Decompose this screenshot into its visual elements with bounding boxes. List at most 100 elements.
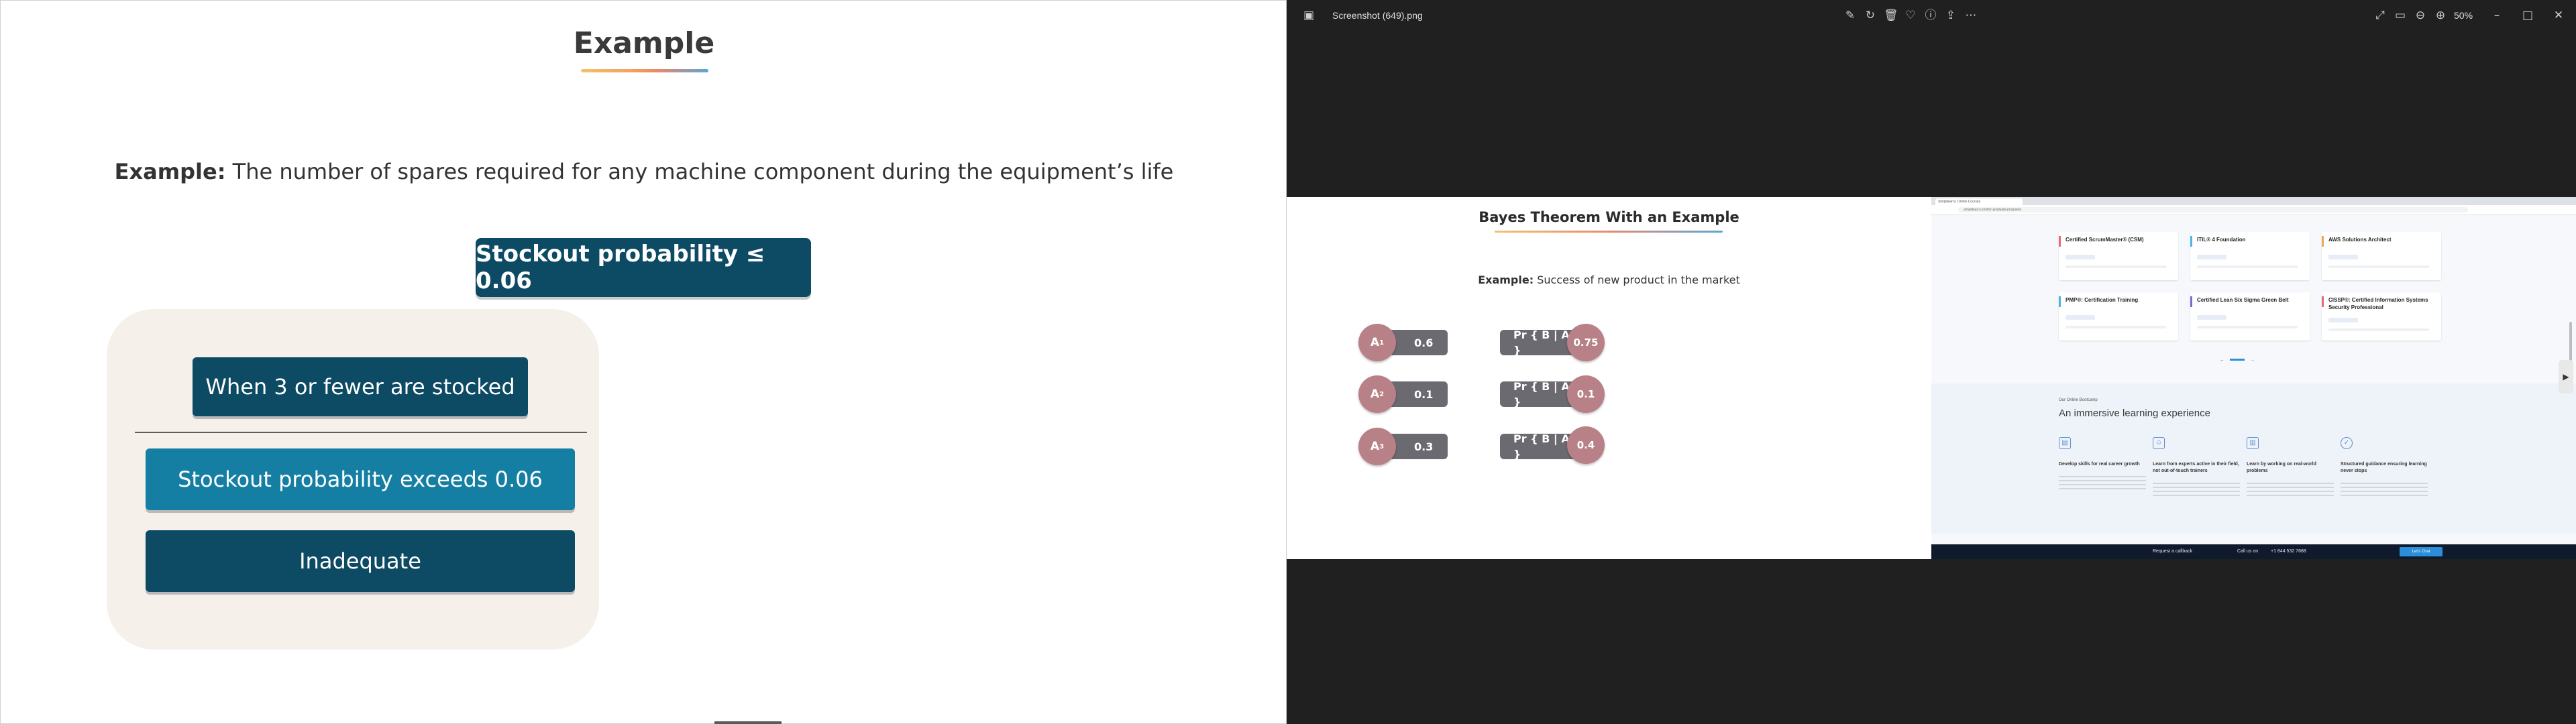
course-title: AWS Solutions Architect [2328, 237, 2392, 243]
example-body: The number of spares required for any ma… [232, 159, 1174, 184]
likelihood-value-circle: 0.4 [1567, 426, 1605, 464]
bayes-title: Bayes Theorem With an Example [1479, 209, 1739, 225]
immersive-section: Our Online Bootcamp An immersive learnin… [1931, 383, 2576, 534]
course-accent [2190, 236, 2192, 247]
bayes-example-prefix: Example: [1478, 274, 1534, 286]
course-accent [2322, 296, 2324, 307]
close-icon[interactable]: ✕ [2552, 9, 2565, 22]
likelihood-value-circle: 0.75 [1567, 324, 1605, 361]
course-title: Certified Lean Six Sigma Green Belt [2197, 297, 2289, 303]
viewer-scrollbar[interactable] [2569, 322, 2572, 362]
stockout-probability-box: Stockout probability ≤ 0.06 [476, 238, 811, 297]
immersive-kicker: Our Online Bootcamp [2059, 398, 2098, 402]
course-title: PMP®: Certification Training [2065, 297, 2139, 303]
course-card: ITIL® 4 Foundation [2190, 232, 2310, 280]
chat-button[interactable]: Let's Chat [2400, 547, 2443, 556]
problems-icon: ▥ [2247, 437, 2259, 449]
course-tag [2197, 255, 2226, 259]
prior-label: A [1370, 440, 1380, 453]
course-title: ITIL® 4 Foundation [2197, 237, 2246, 243]
taskbar-indicator [714, 721, 782, 724]
course-title: Certified ScrumMaster® (CSM) [2065, 237, 2144, 243]
prior-circle: A2 [1358, 375, 1396, 413]
prev-arrow-icon[interactable]: ← [2220, 358, 2224, 363]
feature-description [2247, 483, 2334, 499]
rotate-icon[interactable]: ↻ [1864, 9, 1877, 22]
course-accent [2190, 296, 2192, 307]
prior-sub: 2 [1379, 390, 1385, 398]
course-tag [2328, 255, 2358, 259]
edit-icon[interactable]: ✎ [1843, 9, 1857, 22]
course-card: AWS Solutions Architect [2322, 232, 2441, 280]
course-tag [2065, 255, 2095, 259]
bayes-example-body: Success of new product in the market [1537, 274, 1740, 286]
prior-circle: A3 [1358, 428, 1396, 465]
card-divider [135, 432, 587, 433]
prior-value: 0.3 [1414, 440, 1434, 453]
request-callback-link[interactable]: Request a callback [2153, 549, 2192, 554]
experts-icon: ☺ [2153, 437, 2165, 449]
feature-item: ✓ Structured guidance ensuring learning … [2341, 437, 2428, 499]
feature-title: Learn by working on real-world problems [2247, 462, 2316, 473]
course-card: Certified Lean Six Sigma Green Belt [2190, 292, 2310, 341]
phone-number[interactable]: +1 844 532 7688 [2271, 549, 2306, 554]
feature-title: Learn from experts active in their field… [2153, 462, 2239, 473]
maximize-icon[interactable]: □ [2521, 9, 2534, 22]
info-icon[interactable]: ⓘ [1924, 9, 1937, 22]
course-tag [2197, 315, 2226, 320]
likelihood-value-circle: 0.1 [1567, 375, 1605, 413]
course-tag [2065, 315, 2095, 320]
course-card: PMP®: Certification Training [2059, 292, 2178, 341]
course-card: CISSP®: Certified Information Systems Se… [2322, 292, 2441, 341]
fullscreen-icon[interactable]: ⤢ [2373, 9, 2387, 22]
example-prefix: Example: [114, 159, 226, 184]
zoom-level[interactable]: 50% [2454, 10, 2473, 21]
feature-title: Develop skills for real career growth [2059, 462, 2140, 467]
feature-description [2059, 476, 2146, 492]
file-name: Screenshot (649).png [1332, 10, 1423, 21]
feature-description [2153, 483, 2240, 499]
share-icon[interactable]: ⇪ [1944, 9, 1957, 22]
browser-screenshot: Simplilearn | Online Courses simplilearn… [1931, 197, 2576, 559]
next-arrow-icon[interactable]: → [2250, 358, 2255, 363]
bayes-slide: Bayes Theorem With an Example Example: S… [1287, 197, 1931, 559]
carousel-indicator [2229, 358, 2245, 361]
more-icon[interactable]: ⋯ [1964, 9, 1978, 22]
guidance-icon: ✓ [2341, 437, 2353, 449]
prior-sub: 3 [1379, 442, 1385, 450]
fewer-stocked-box: When 3 or fewer are stocked [193, 357, 528, 416]
side-panel-toggle-icon[interactable]: ▶ [2559, 360, 2573, 394]
sticky-footer: Request a callback Call us on +1 844 532… [1931, 544, 2576, 559]
prior-circle: A1 [1358, 324, 1396, 361]
course-title: CISSP®: Certified Information Systems Se… [2328, 297, 2428, 310]
exceeds-box: Stockout probability exceeds 0.06 [146, 448, 575, 510]
browser-tab: Simplilearn | Online Courses [1935, 198, 2023, 205]
browser-tabstrip: Simplilearn | Online Courses [1931, 197, 2576, 205]
bayes-title-underline [1495, 231, 1723, 233]
course-meta [2197, 265, 2298, 268]
course-meta [2065, 265, 2166, 268]
zoom-in-icon[interactable]: ⊕ [2434, 9, 2447, 22]
fit-icon[interactable]: ▭ [2394, 9, 2407, 22]
presentation-slide: Example Example: The number of spares re… [0, 0, 1287, 724]
feature-item: ☺ Learn from experts active in their fie… [2153, 437, 2240, 499]
favorite-icon[interactable]: ♡ [1904, 9, 1917, 22]
carousel-nav: ← → [2220, 358, 2255, 363]
minimize-icon[interactable]: – [2490, 9, 2504, 22]
delete-icon[interactable]: 🗑 [1884, 9, 1898, 22]
course-meta [2328, 265, 2429, 268]
prior-value: 0.6 [1414, 336, 1434, 349]
slide-title: Example [573, 26, 715, 60]
course-meta [2328, 328, 2429, 331]
gallery-icon[interactable]: ▣ [1302, 9, 1316, 22]
course-meta [2197, 326, 2298, 328]
feature-title: Structured guidance ensuring learning ne… [2341, 462, 2427, 473]
displayed-image: Bayes Theorem With an Example Example: S… [1287, 197, 2576, 559]
browser-url: simplilearn.com/for-graduate-programs [1958, 207, 2468, 213]
zoom-out-icon[interactable]: ⊖ [2414, 9, 2427, 22]
prior-label: A [1370, 387, 1380, 401]
immersive-heading: An immersive learning experience [2059, 408, 2210, 419]
call-us-label: Call us on [2237, 549, 2259, 554]
career-icon: ▤ [2059, 437, 2071, 449]
feature-item: ▥ Learn by working on real-world problem… [2247, 437, 2334, 499]
